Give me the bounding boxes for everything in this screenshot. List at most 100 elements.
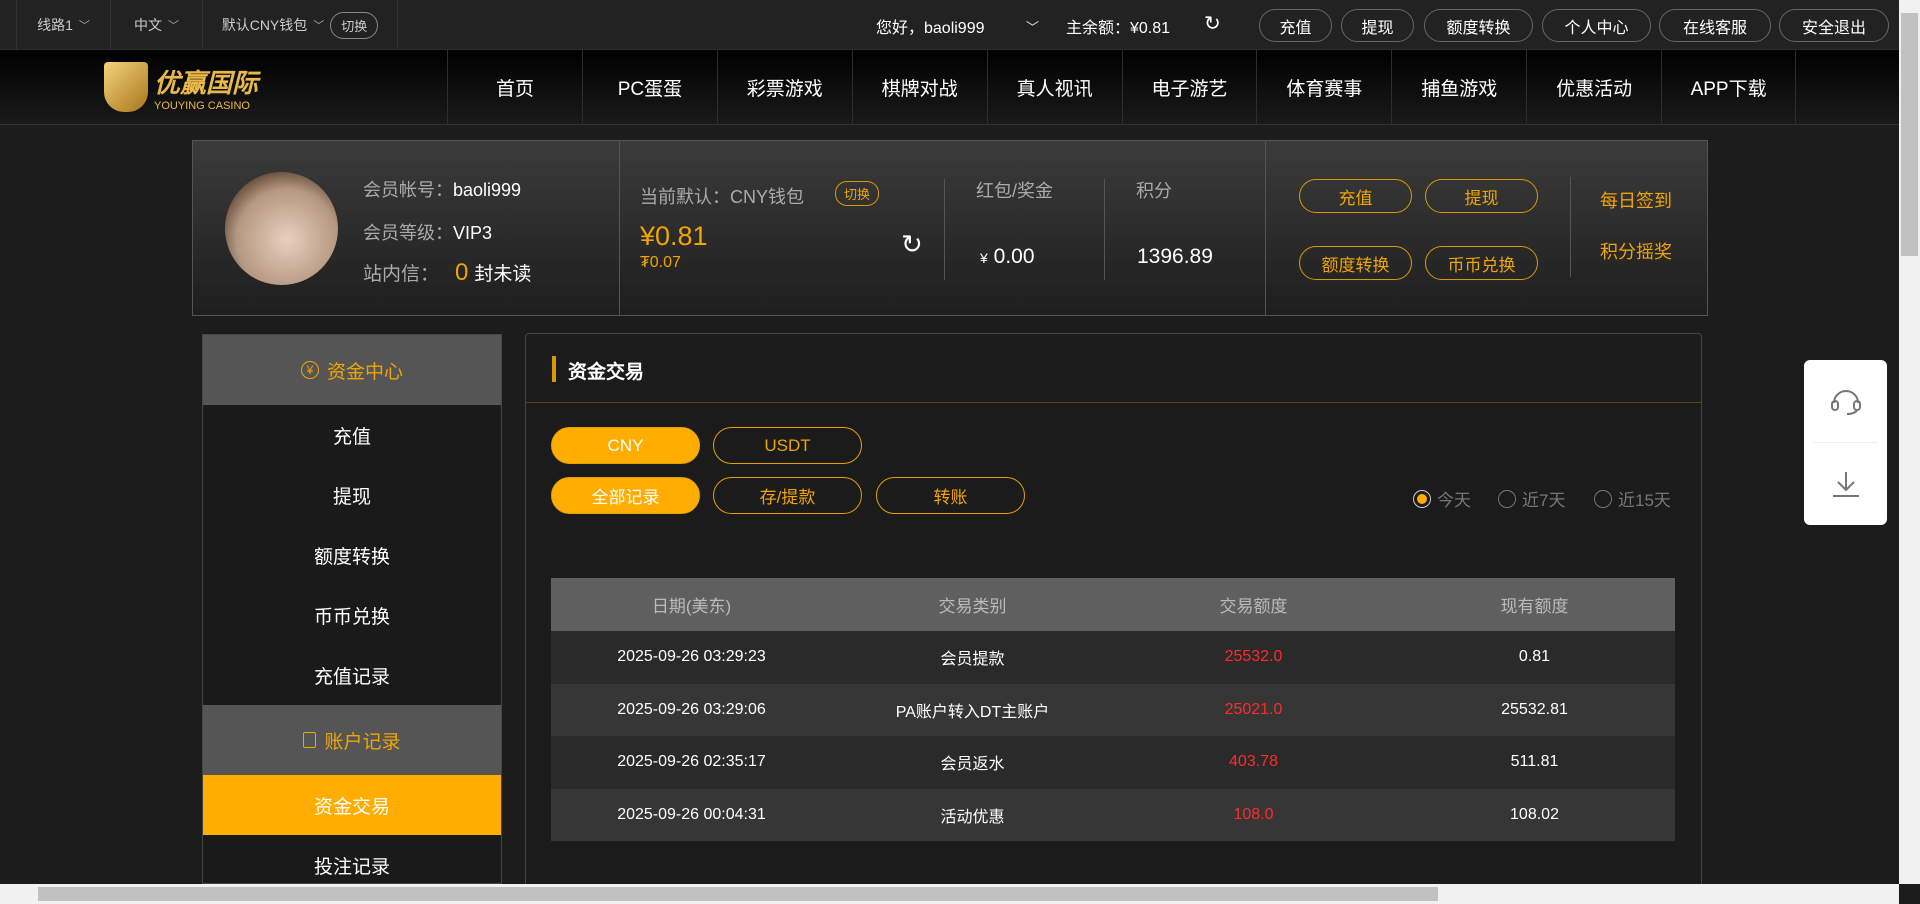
daily-checkin-link[interactable]: 每日签到 [1600, 187, 1672, 213]
transfer-button[interactable]: 额度转换 [1299, 246, 1412, 280]
nav-item[interactable]: 捕鱼游戏 [1391, 50, 1526, 125]
withdraw-button[interactable]: 提现 [1425, 179, 1538, 213]
chevron-down-icon: ﹀ [78, 20, 90, 32]
points-lottery-link[interactable]: 积分摇奖 [1600, 238, 1672, 264]
table-row: 2025-09-26 00:04:31 活动优惠 108.0 108.02 [551, 788, 1675, 841]
table-header: 日期(美东) 交易类别 交易额度 现有额度 [551, 578, 1675, 631]
tab-all-records[interactable]: 全部记录 [551, 477, 700, 514]
vertical-scrollbar[interactable] [1899, 0, 1920, 884]
scrollbar-thumb[interactable] [38, 887, 1438, 901]
radio-icon [1498, 489, 1516, 508]
table-cell: 活动优惠 [940, 808, 1005, 826]
top-bar: 线路1 ﹀ 中文 ﹀ 默认CNY钱包 ﹀ 切换 您好，baoli999 ﹀ 主余额：¥0… [0, 0, 1899, 50]
sidebar-header-account-records[interactable]: 账户记录 [203, 705, 501, 775]
nav-item[interactable]: 体育赛事 [1256, 50, 1391, 125]
horizontal-scrollbar[interactable] [0, 884, 1899, 904]
points-value: 1396.89 [1137, 245, 1213, 268]
points-label: 积分 [1136, 181, 1172, 201]
sidebar-item-transfer[interactable]: 额度转换 [203, 525, 501, 585]
chevron-down-icon: ﹀ [168, 20, 179, 32]
wallet-selector[interactable]: 默认CNY钱包 ﹀ 切换 [202, 0, 398, 50]
line-selector[interactable]: 线路1 ﹀ [16, 0, 110, 50]
table-cell: 25021.0 [1224, 700, 1283, 718]
member-summary-panel: 会员帐号：baoli999 会员等级：VIP3 站内信： 0 封未读 当前默认：CN… [192, 140, 1708, 316]
column-header: 交易额度 [1219, 597, 1288, 616]
personal-center-button[interactable]: 个人中心 [1542, 9, 1651, 42]
radio-7-days[interactable]: 近7天 [1498, 486, 1565, 511]
bonus-currency: ¥ [980, 250, 988, 266]
headset-icon[interactable] [1804, 360, 1887, 442]
logo-text: 优赢国际 [154, 67, 259, 98]
online-support-button[interactable]: 在线客服 [1659, 9, 1771, 42]
refresh-icon[interactable]: ↻ [901, 229, 923, 260]
unread-count[interactable]: 0 [455, 259, 468, 287]
default-wallet-label: 当前默认：CNY钱包 [640, 187, 805, 207]
sidebar-item-coin-exchange[interactable]: 币币兑换 [203, 585, 501, 645]
logo-subtext: YOUYING CASINO [154, 99, 250, 112]
logout-button[interactable]: 安全退出 [1779, 9, 1889, 42]
yen-circle-icon: ¥ [300, 361, 319, 379]
chevron-down-icon[interactable]: ﹀ [1026, 17, 1039, 36]
sidebar-header-label: 账户记录 [324, 731, 401, 753]
radio-icon [1594, 489, 1612, 508]
tab-deposit-withdraw[interactable]: 存/提款 [713, 477, 862, 514]
wallet-switch-button[interactable]: 切换 [835, 181, 880, 206]
coin-exchange-button[interactable]: 币币兑换 [1425, 246, 1538, 280]
sidebar-item-deposit[interactable]: 充值 [203, 405, 501, 465]
table-cell: 2025-09-26 00:04:31 [617, 805, 766, 823]
wallet-switch-button[interactable]: 切换 [330, 11, 379, 39]
scrollbar-thumb[interactable] [1901, 13, 1918, 256]
avatar [225, 172, 338, 285]
tab-cny[interactable]: CNY [551, 427, 700, 464]
deposit-button[interactable]: 充值 [1259, 9, 1332, 42]
wallet-label: 默认CNY钱包 [221, 17, 308, 33]
cny-balance: ¥0.81 [640, 221, 708, 251]
deposit-button[interactable]: 充值 [1299, 179, 1412, 213]
sidebar-item-deposit-records[interactable]: 充值记录 [203, 645, 501, 705]
table-row: 2025-09-26 02:35:17 会员返水 403.78 511.81 [551, 736, 1675, 789]
nav-item[interactable]: 棋牌对战 [851, 50, 987, 125]
language-selector[interactable]: 中文 ﹀ [110, 0, 202, 50]
messages-label: 站内信： [363, 264, 440, 285]
chevron-down-icon: ﹀ [313, 20, 325, 32]
table-cell: 会员返水 [940, 756, 1005, 774]
download-icon[interactable] [1804, 443, 1887, 525]
radio-selected-icon [1413, 489, 1431, 508]
main-nav: 优赢国际 YOUYING CASINO 首页 PC蛋蛋 彩票游戏 棋牌对战 真人视讯 电子游… [0, 50, 1899, 125]
nav-item[interactable]: 真人视讯 [986, 50, 1122, 125]
refresh-icon[interactable]: ↻ [1204, 11, 1221, 36]
radio-label: 今天 [1437, 491, 1471, 510]
table-cell: 108.0 [1233, 805, 1274, 823]
nav-item[interactable]: 电子游艺 [1121, 50, 1257, 125]
account-label: 会员帐号： [363, 180, 453, 200]
nav-item[interactable]: PC蛋蛋 [581, 50, 717, 125]
radio-15-days[interactable]: 近15天 [1594, 486, 1671, 511]
nav-item[interactable]: 首页 [447, 50, 582, 125]
sidebar-header-label: 资金中心 [326, 361, 403, 383]
table-cell: 511.81 [1510, 753, 1559, 771]
nav-item[interactable]: APP下载 [1661, 50, 1797, 125]
transfer-button[interactable]: 额度转换 [1424, 9, 1533, 42]
account-value: baoli999 [453, 180, 522, 200]
unread-suffix: 封未读 [474, 264, 532, 285]
radio-today[interactable]: 今天 [1413, 486, 1471, 511]
table-cell: 2025-09-26 03:29:23 [617, 648, 766, 666]
table-cell: 0.81 [1518, 648, 1551, 666]
nav-item[interactable]: 彩票游戏 [716, 50, 852, 125]
column-header: 交易类别 [938, 597, 1007, 616]
tab-usdt[interactable]: USDT [713, 427, 862, 464]
sidebar-item-fund-transactions[interactable]: 资金交易 [203, 775, 501, 835]
table-row: 2025-09-26 03:29:23 会员提款 25532.0 0.81 [551, 631, 1675, 684]
nav-item[interactable]: 优惠活动 [1526, 50, 1661, 125]
table-cell: 2025-09-26 03:29:06 [617, 700, 766, 718]
sidebar-item-withdraw[interactable]: 提现 [203, 465, 501, 525]
tab-transfer[interactable]: 转账 [876, 477, 1025, 514]
table-cell: 2025-09-26 02:35:17 [617, 753, 766, 771]
withdraw-button[interactable]: 提现 [1341, 9, 1414, 42]
page-title: 资金交易 [568, 362, 645, 383]
column-header: 现有额度 [1500, 597, 1569, 616]
sidebar-header-fund-center[interactable]: ¥ 资金中心 [203, 335, 501, 405]
title-accent-bar [552, 356, 556, 382]
greeting: 您好，baoli999 [876, 20, 985, 37]
logo[interactable]: 优赢国际 YOUYING CASINO [104, 62, 258, 112]
